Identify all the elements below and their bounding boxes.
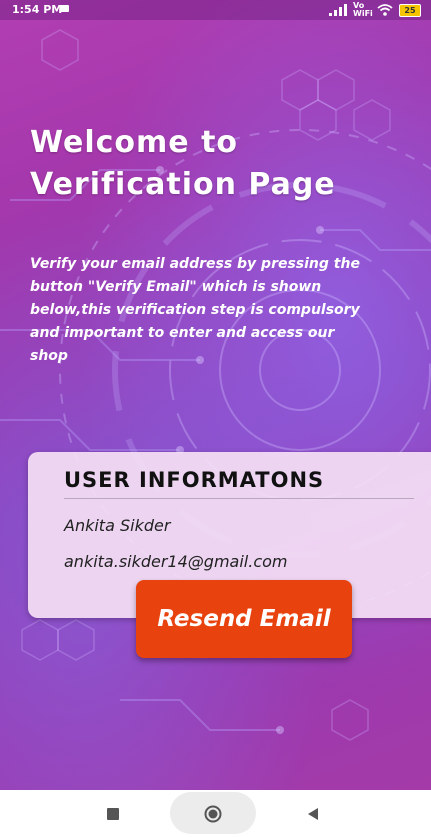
page-description: Verify your email address by pressing th… bbox=[30, 256, 360, 364]
user-email: ankita.sikder14@gmail.com bbox=[64, 552, 288, 571]
status-time: 1:54 PM bbox=[12, 3, 63, 16]
battery-icon: 25 bbox=[399, 3, 421, 17]
page-title: Welcome to Verification Page bbox=[30, 122, 410, 206]
recent-apps-button[interactable] bbox=[98, 790, 128, 837]
resend-email-button[interactable]: Resend Email bbox=[136, 580, 352, 658]
title-line-1: Welcome to bbox=[30, 125, 239, 160]
wifi-icon bbox=[377, 4, 393, 16]
back-button[interactable] bbox=[298, 790, 328, 837]
battery-level: 25 bbox=[404, 5, 416, 15]
circuit-background bbox=[0, 29, 431, 741]
circle-icon bbox=[204, 805, 222, 822]
square-icon bbox=[107, 807, 119, 820]
user-name: Ankita Sikder bbox=[64, 516, 171, 535]
video-icon bbox=[60, 5, 69, 12]
card-heading: USER INFORMATONS bbox=[64, 468, 414, 499]
system-nav-bar bbox=[0, 790, 431, 837]
title-line-2: Verification Page bbox=[30, 167, 336, 202]
status-bar: 1:54 PM Vo WiFi 25 bbox=[0, 0, 431, 20]
signal-icon bbox=[329, 4, 347, 16]
triangle-back-icon bbox=[308, 807, 318, 820]
app-screen: 1:54 PM Vo WiFi 25 Welcome to Verificati… bbox=[0, 0, 431, 790]
vowifi-label: Vo WiFi bbox=[353, 1, 373, 18]
home-button[interactable] bbox=[198, 790, 228, 837]
